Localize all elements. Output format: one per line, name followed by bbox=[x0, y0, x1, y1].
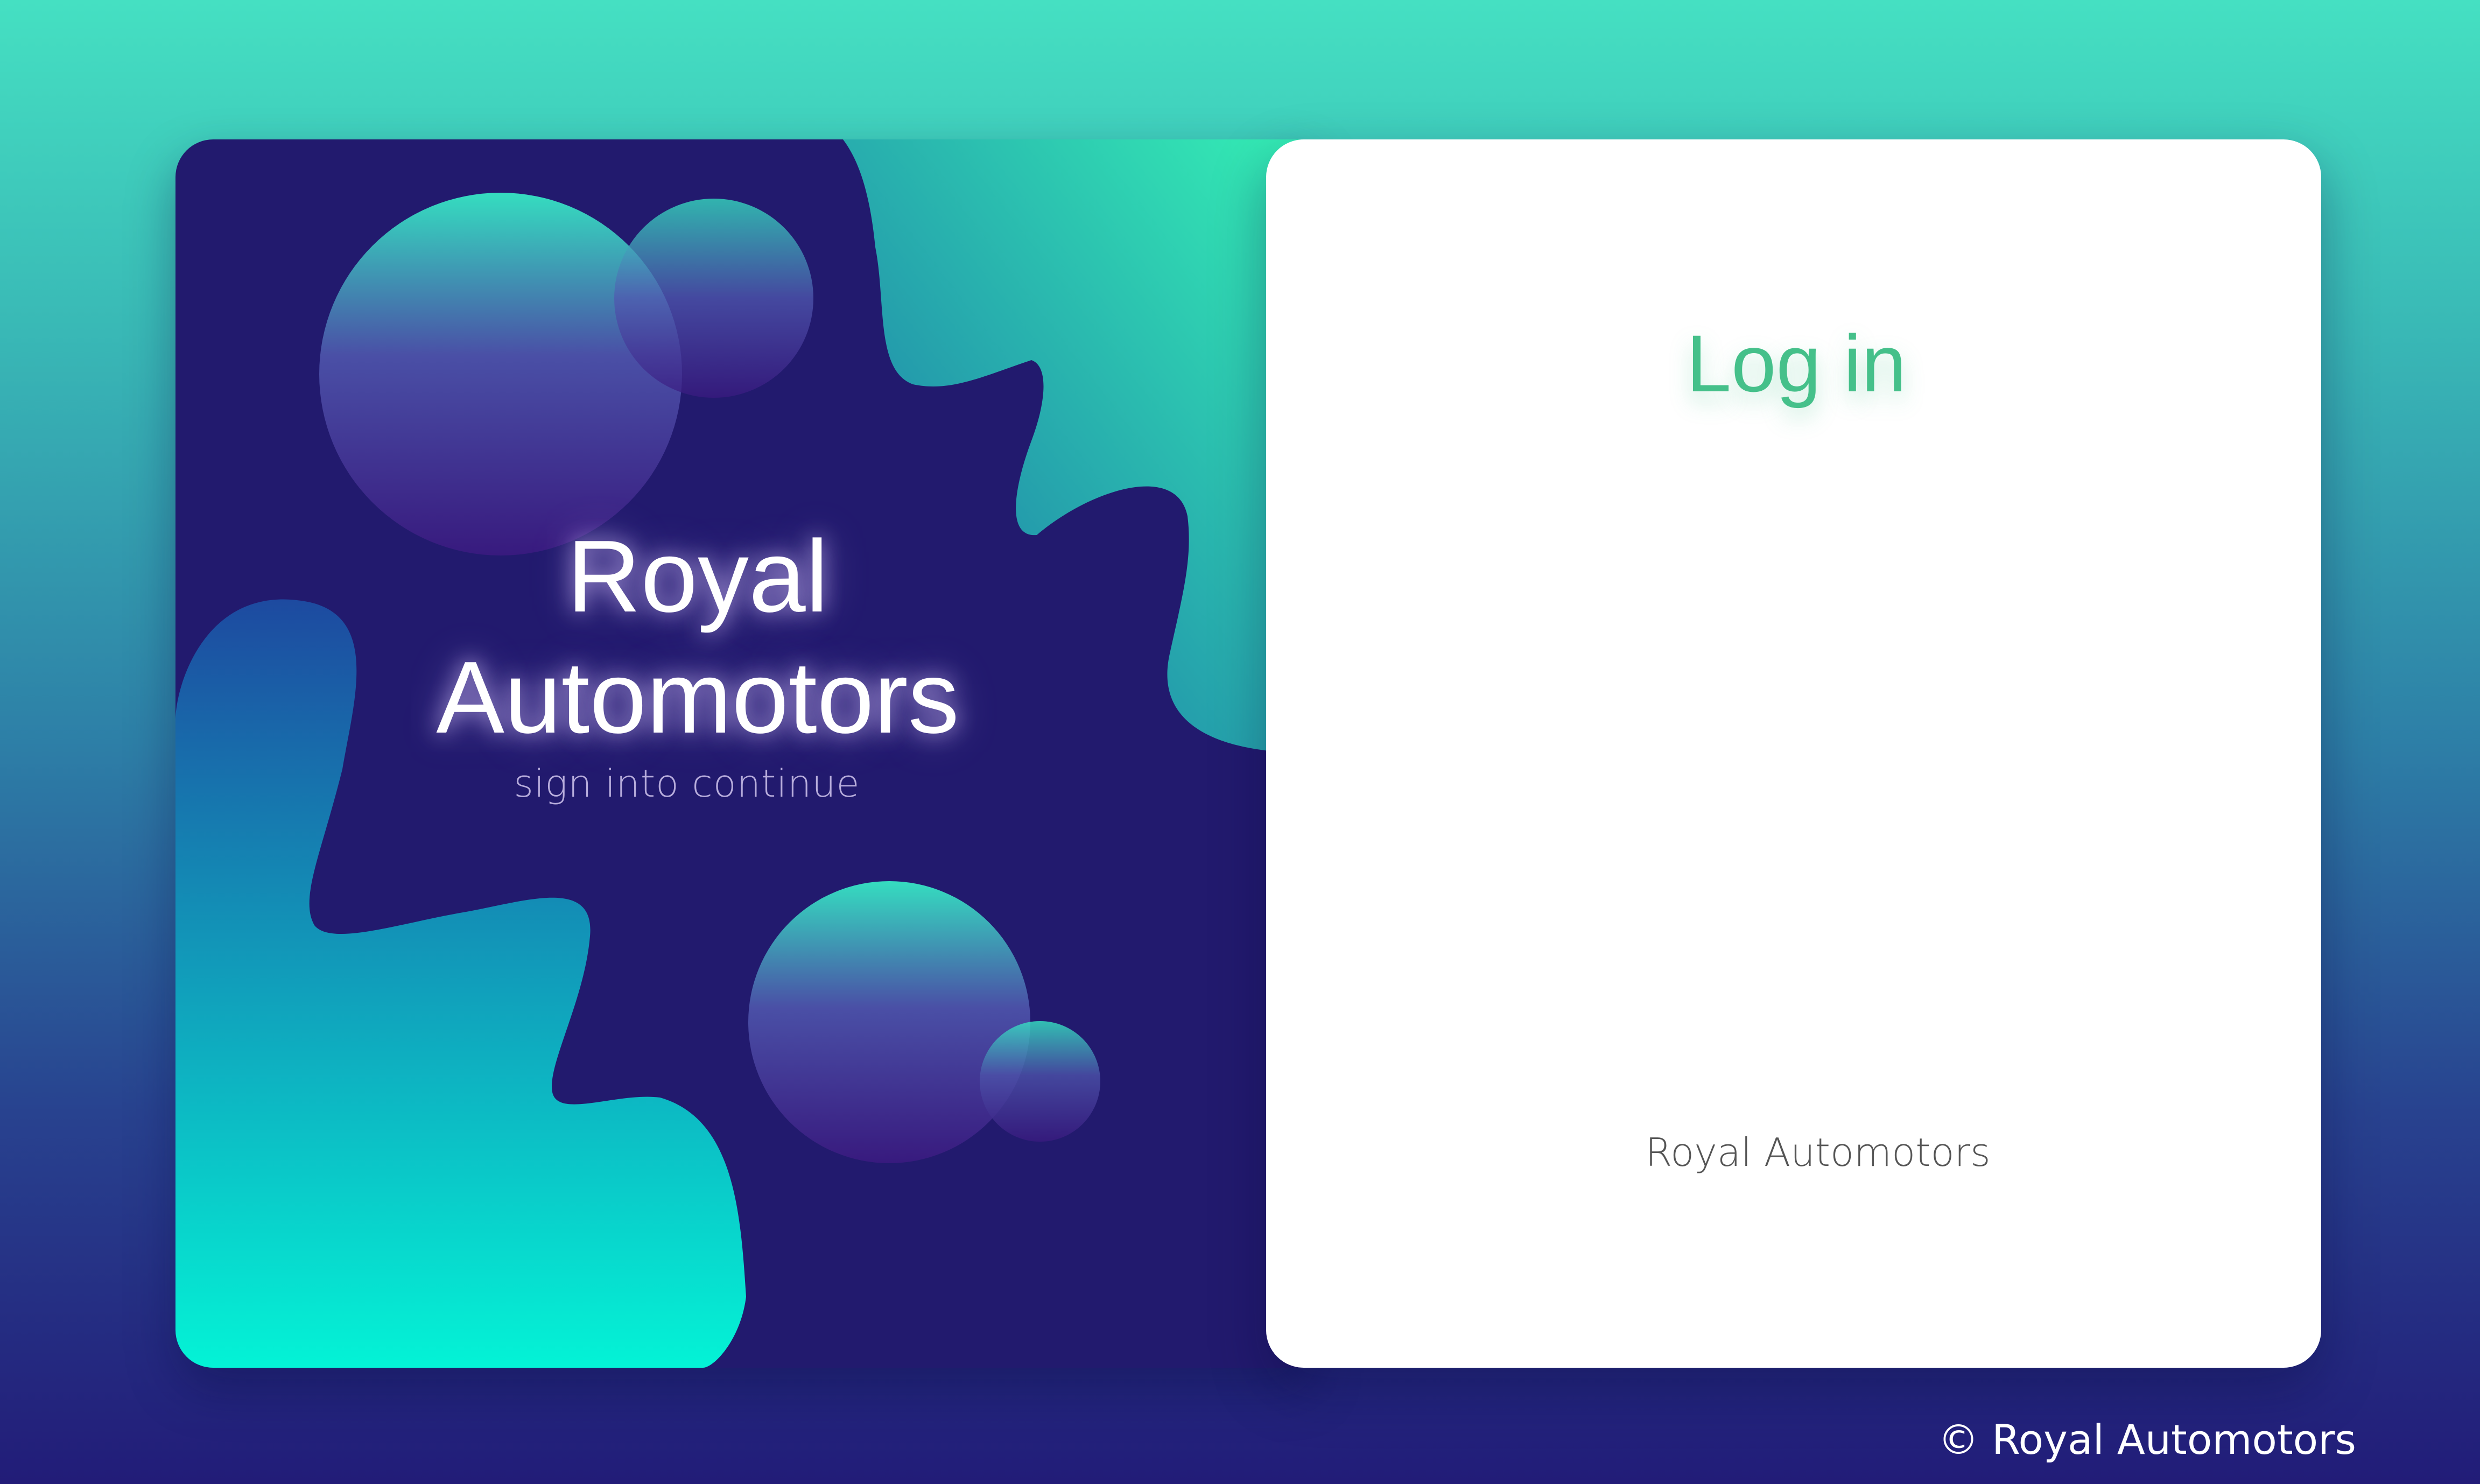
copyright-notice: © Royal Automotors bbox=[1938, 1416, 2356, 1464]
login-form-area bbox=[1524, 516, 2063, 1162]
brand-tagline: sign into continue bbox=[514, 762, 860, 806]
orb-small-top bbox=[614, 199, 813, 398]
brand-heading-block: Royal Automotors sign into continue bbox=[428, 516, 967, 806]
brand-title-line-2: Automotors bbox=[436, 641, 959, 755]
brand-panel: Royal Automotors sign into continue bbox=[175, 139, 1311, 1368]
login-panel: Log in Royal Automotors bbox=[1266, 139, 2321, 1368]
orb-large-top bbox=[319, 193, 682, 555]
login-title: Log in bbox=[1686, 318, 1907, 409]
login-panel-footer: Royal Automotors bbox=[1645, 1130, 1991, 1175]
brand-title-line-1: Royal bbox=[567, 519, 828, 634]
brand-title: Royal Automotors bbox=[428, 516, 967, 758]
orb-large-bottom bbox=[748, 881, 1030, 1163]
orb-small-bottom bbox=[980, 1021, 1100, 1142]
